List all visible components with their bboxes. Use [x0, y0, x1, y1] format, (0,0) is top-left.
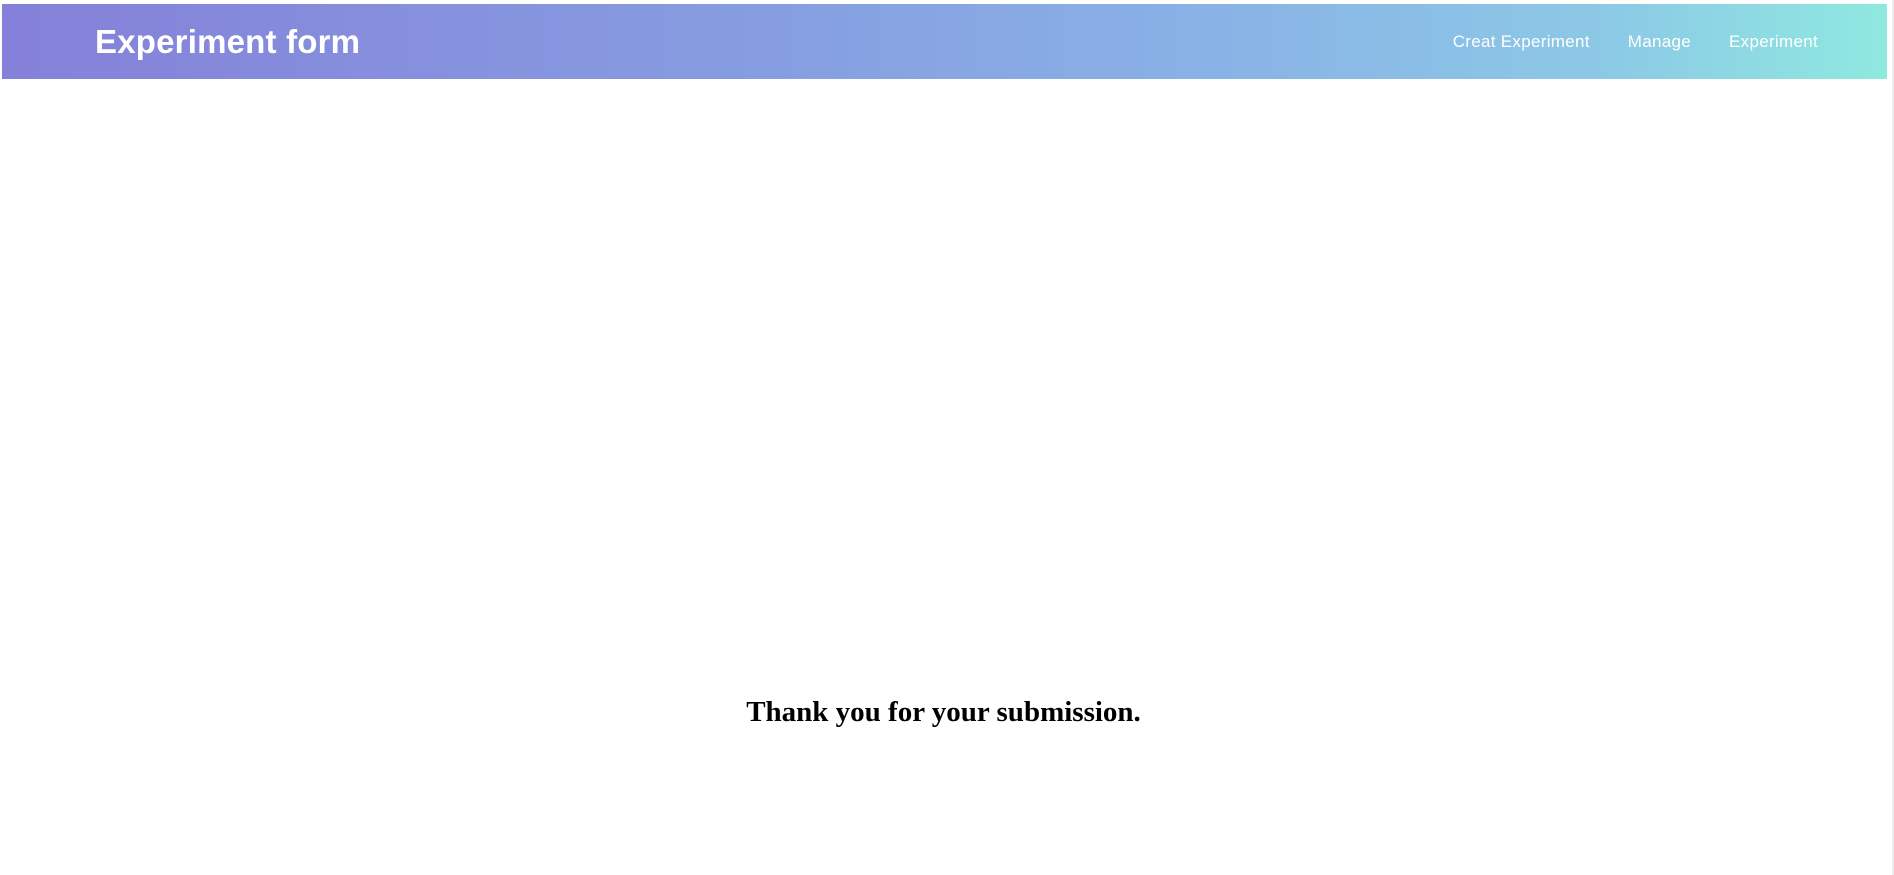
submission-confirmation-message: Thank you for your submission.	[746, 696, 1141, 728]
nav-menu: Creat Experiment Manage Experiment	[1453, 32, 1818, 52]
nav-link-experiment[interactable]: Experiment	[1729, 32, 1818, 52]
app-title: Experiment form	[95, 22, 361, 60]
nav-link-create-experiment[interactable]: Creat Experiment	[1453, 32, 1590, 52]
page: Experiment form Creat Experiment Manage …	[0, 0, 1894, 875]
nav-link-manage[interactable]: Manage	[1628, 32, 1691, 52]
top-navbar: Experiment form Creat Experiment Manage …	[2, 4, 1887, 79]
